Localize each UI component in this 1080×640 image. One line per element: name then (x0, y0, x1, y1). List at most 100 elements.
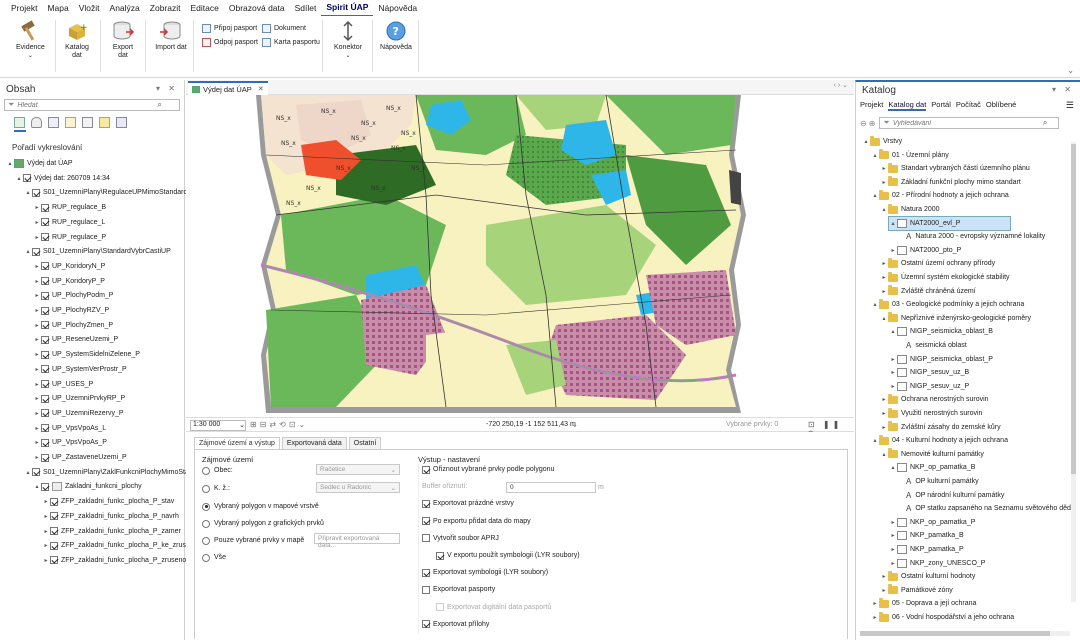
radio-button[interactable] (202, 466, 210, 475)
catalog-layer[interactable]: ▸ NAT2000_pto_P (889, 244, 961, 257)
menu-sd-let[interactable]: Sdílet (290, 0, 322, 16)
drawing-order-icon[interactable] (14, 117, 25, 128)
karta-pasportu-button[interactable]: Karta pasportu (262, 38, 320, 47)
visibility-checkbox[interactable] (41, 409, 49, 418)
visibility-checkbox[interactable] (41, 218, 49, 227)
layer-row[interactable]: ▸ ZFP_zakladni_funkc_plocha_P_zruseno (42, 554, 186, 567)
perspective-icon[interactable] (116, 117, 127, 128)
pripoj-pasport-button[interactable]: Připoj pasport (202, 24, 257, 33)
expand-icon[interactable]: ▸ (880, 274, 888, 281)
layer-row[interactable]: ▸ UP_VpsVpoAs_L (33, 422, 106, 435)
expand-icon[interactable]: ▴ (880, 451, 888, 458)
filter-icon[interactable]: ⏷ (883, 118, 889, 128)
catalog-folder[interactable]: ▴ Nepříznivé inženýrsko-geologické poměry (880, 312, 1031, 325)
area-option[interactable]: Vše (202, 551, 226, 564)
expand-icon[interactable]: ▴ (880, 206, 888, 213)
catalog-folder[interactable]: ▴ Natura 2000 (880, 203, 940, 216)
editing-icon[interactable] (65, 117, 76, 128)
catalog-hscrollbar[interactable] (860, 631, 1070, 636)
catalog-folder[interactable]: ▸ Zvláště chráněná území (880, 285, 976, 298)
menu-vlo-it[interactable]: Vložit (74, 0, 105, 16)
area-option[interactable]: Obec: (202, 464, 233, 477)
catalog-folder[interactable]: ▴ 01 - Územní plány (871, 149, 949, 162)
catalog-folder[interactable]: ▸ Zvláštní zásahy do zemské kůry (880, 421, 1001, 434)
visibility-checkbox[interactable] (32, 247, 40, 256)
layer-row[interactable]: ▸ UP_KoridoryP_P (33, 275, 105, 288)
visibility-checkbox[interactable] (41, 365, 49, 374)
option-checkbox[interactable] (422, 465, 430, 474)
expand-icon[interactable]: ▴ (889, 220, 897, 227)
catalog-scrollbar[interactable] (1071, 142, 1076, 602)
output-option[interactable]: V exportu použít symbologii (LYR soubory… (436, 549, 580, 562)
back-icon[interactable]: ⊖ (860, 119, 867, 128)
layer-row[interactable]: ▸ UP_USES_P (33, 378, 93, 391)
source-icon[interactable] (31, 117, 42, 128)
labeling-icon[interactable] (99, 117, 110, 128)
option-checkbox[interactable] (436, 603, 444, 612)
dokument-button[interactable]: Dokument (262, 24, 306, 33)
expand-icon[interactable]: ▸ (880, 396, 888, 403)
catalog-layer[interactable]: ▸ NKP_zony_UNESCO_P (889, 557, 985, 570)
expand-icon[interactable]: ▴ (889, 328, 897, 335)
expand-icon[interactable]: ▸ (33, 439, 41, 446)
expand-icon[interactable]: ▸ (889, 560, 897, 567)
expand-icon[interactable]: ▸ (880, 288, 888, 295)
expand-icon[interactable]: ▸ (33, 292, 41, 299)
expand-icon[interactable]: ▸ (33, 278, 41, 285)
expand-icon[interactable]: ▸ (42, 498, 50, 505)
layer-row[interactable]: ▸ UP_SystemVerProstr_P (33, 363, 127, 376)
menu-icon[interactable]: ☰ (1066, 100, 1074, 111)
group-row[interactable]: ▴ Výdej dat: 260709 14:34 (15, 172, 110, 185)
expand-icon[interactable]: ▸ (33, 351, 41, 358)
layer-row[interactable]: ▸ UP_VpsVpoAs_P (33, 436, 107, 449)
expand-icon[interactable]: ▴ (33, 483, 41, 490)
output-option[interactable]: Exportovat symbologii (LYR soubory) (422, 566, 548, 579)
expand-icon[interactable]: ▸ (871, 600, 879, 607)
layer-row[interactable]: ▸ ZFP_zakladni_funkc_plocha_P_stav (42, 495, 174, 508)
konektor-button[interactable]: Konektor ⌄ (330, 20, 366, 60)
option-checkbox[interactable] (436, 551, 444, 560)
expand-icon[interactable]: ▸ (889, 519, 897, 526)
expand-icon[interactable]: ▸ (889, 247, 897, 254)
menu-mapa[interactable]: Mapa (42, 0, 73, 16)
contents-search-input[interactable] (17, 101, 158, 109)
catalog-layer[interactable]: ▸ NIGP_sesuv_uz_P (889, 380, 969, 393)
menu-zobrazit[interactable]: Zobrazit (145, 0, 186, 16)
visibility-checkbox[interactable] (50, 497, 58, 506)
menu-anal-za[interactable]: Analýza (105, 0, 145, 16)
menu-projekt[interactable]: Projekt (6, 0, 42, 16)
option-checkbox[interactable] (422, 499, 430, 508)
visibility-checkbox[interactable] (41, 424, 49, 433)
visibility-checkbox[interactable] (50, 527, 58, 535)
visibility-checkbox[interactable] (50, 541, 58, 550)
output-option[interactable]: Exportovat pasporty (422, 583, 495, 596)
expand-icon[interactable]: ▴ (24, 248, 32, 255)
expand-icon[interactable]: ▸ (33, 381, 41, 388)
napoveda-button[interactable]: ? Nápověda (378, 20, 414, 52)
visibility-checkbox[interactable] (41, 262, 49, 271)
catalog-folder[interactable]: ▴ 02 - Přírodní hodnoty a jejich ochrana (871, 189, 1009, 202)
snapping-icon[interactable] (82, 117, 93, 128)
menu-editace[interactable]: Editace (186, 0, 224, 16)
group-row[interactable]: ▴ S01_UzemniPlany\RegulaceUPMimoStandard (24, 186, 187, 199)
option-checkbox[interactable] (422, 585, 430, 594)
group-row[interactable]: ▴ S01_UzemniPlany\ZaklFunkcniPlochyMimoSt… (24, 466, 195, 479)
layer-row[interactable]: ▸ RUP_regulace_L (33, 216, 105, 229)
output-option[interactable]: Exportovat prázdné vrstvy (422, 497, 514, 510)
visibility-checkbox[interactable] (41, 394, 49, 403)
expand-icon[interactable]: ▴ (15, 175, 23, 182)
layer-row[interactable]: ▸ UP_KoridoryN_P (33, 260, 105, 273)
visibility-checkbox[interactable] (32, 468, 40, 477)
expand-icon[interactable]: ▸ (889, 383, 897, 390)
pane-controls-icon[interactable]: ▾ ✕ (156, 84, 178, 94)
expand-icon[interactable]: ▸ (33, 219, 41, 226)
catalog-tab[interactable]: Portál (931, 100, 951, 111)
catalog-layer[interactable]: ▸ NKP_op_pamatka_P (889, 516, 975, 529)
expand-icon[interactable]: ▴ (871, 152, 879, 159)
option-checkbox[interactable] (422, 568, 430, 577)
catalog-symbol[interactable]: A Natura 2000 - evropsky významné lokalit… (898, 230, 1045, 243)
option-checkbox[interactable] (422, 620, 430, 629)
radio-button[interactable] (202, 484, 210, 493)
selection-icon[interactable] (48, 117, 59, 128)
output-option[interactable]: Po exportu přidat data do mapy (422, 515, 531, 528)
